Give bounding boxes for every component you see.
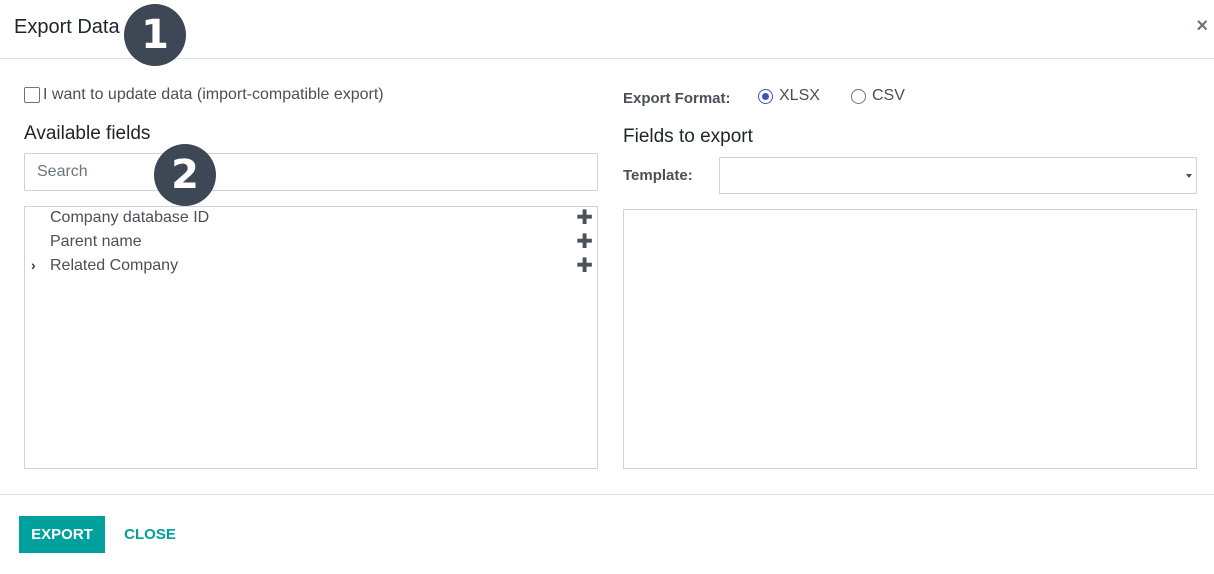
- search-input[interactable]: [24, 153, 598, 191]
- chevron-right-icon[interactable]: ›: [31, 257, 36, 273]
- format-option-csv[interactable]: CSV: [851, 87, 905, 105]
- close-icon[interactable]: ×: [1196, 15, 1208, 37]
- template-select[interactable]: [719, 157, 1197, 194]
- fields-to-export-list: [623, 209, 1197, 469]
- csv-radio[interactable]: [851, 88, 866, 104]
- field-item-company-database-id[interactable]: Company database ID ✚: [25, 207, 597, 231]
- csv-label: CSV: [872, 87, 905, 104]
- dialog-title: Export Data: [14, 16, 120, 38]
- caret-down-icon: [1186, 174, 1192, 178]
- add-field-icon[interactable]: ✚: [576, 231, 593, 253]
- step-badge-1: 1: [124, 4, 186, 66]
- xlsx-radio[interactable]: [758, 88, 773, 104]
- available-fields-list: Company database ID ✚ Parent name ✚ › Re…: [24, 206, 598, 469]
- export-format-label: Export Format:: [623, 90, 731, 107]
- format-option-xlsx[interactable]: XLSX: [758, 87, 820, 105]
- step-badge-2: 2: [154, 144, 216, 206]
- field-label: Parent name: [50, 233, 142, 250]
- field-item-related-company[interactable]: › Related Company ✚: [25, 255, 597, 279]
- update-data-label: I want to update data (import-compatible…: [43, 86, 384, 103]
- add-field-icon[interactable]: ✚: [576, 255, 593, 277]
- update-data-option[interactable]: I want to update data (import-compatible…: [24, 86, 384, 104]
- available-fields-heading: Available fields: [24, 123, 151, 144]
- export-button[interactable]: EXPORT: [19, 516, 105, 553]
- field-label: Company database ID: [50, 209, 210, 226]
- field-label: Related Company: [50, 257, 179, 274]
- update-data-checkbox[interactable]: [24, 87, 40, 103]
- fields-to-export-heading: Fields to export: [623, 126, 753, 147]
- dialog-footer: EXPORT CLOSE: [0, 494, 1214, 574]
- add-field-icon[interactable]: ✚: [576, 207, 593, 229]
- close-button[interactable]: CLOSE: [115, 516, 185, 553]
- xlsx-label: XLSX: [779, 87, 820, 104]
- field-item-parent-name[interactable]: Parent name ✚: [25, 231, 597, 255]
- template-label: Template:: [623, 167, 693, 184]
